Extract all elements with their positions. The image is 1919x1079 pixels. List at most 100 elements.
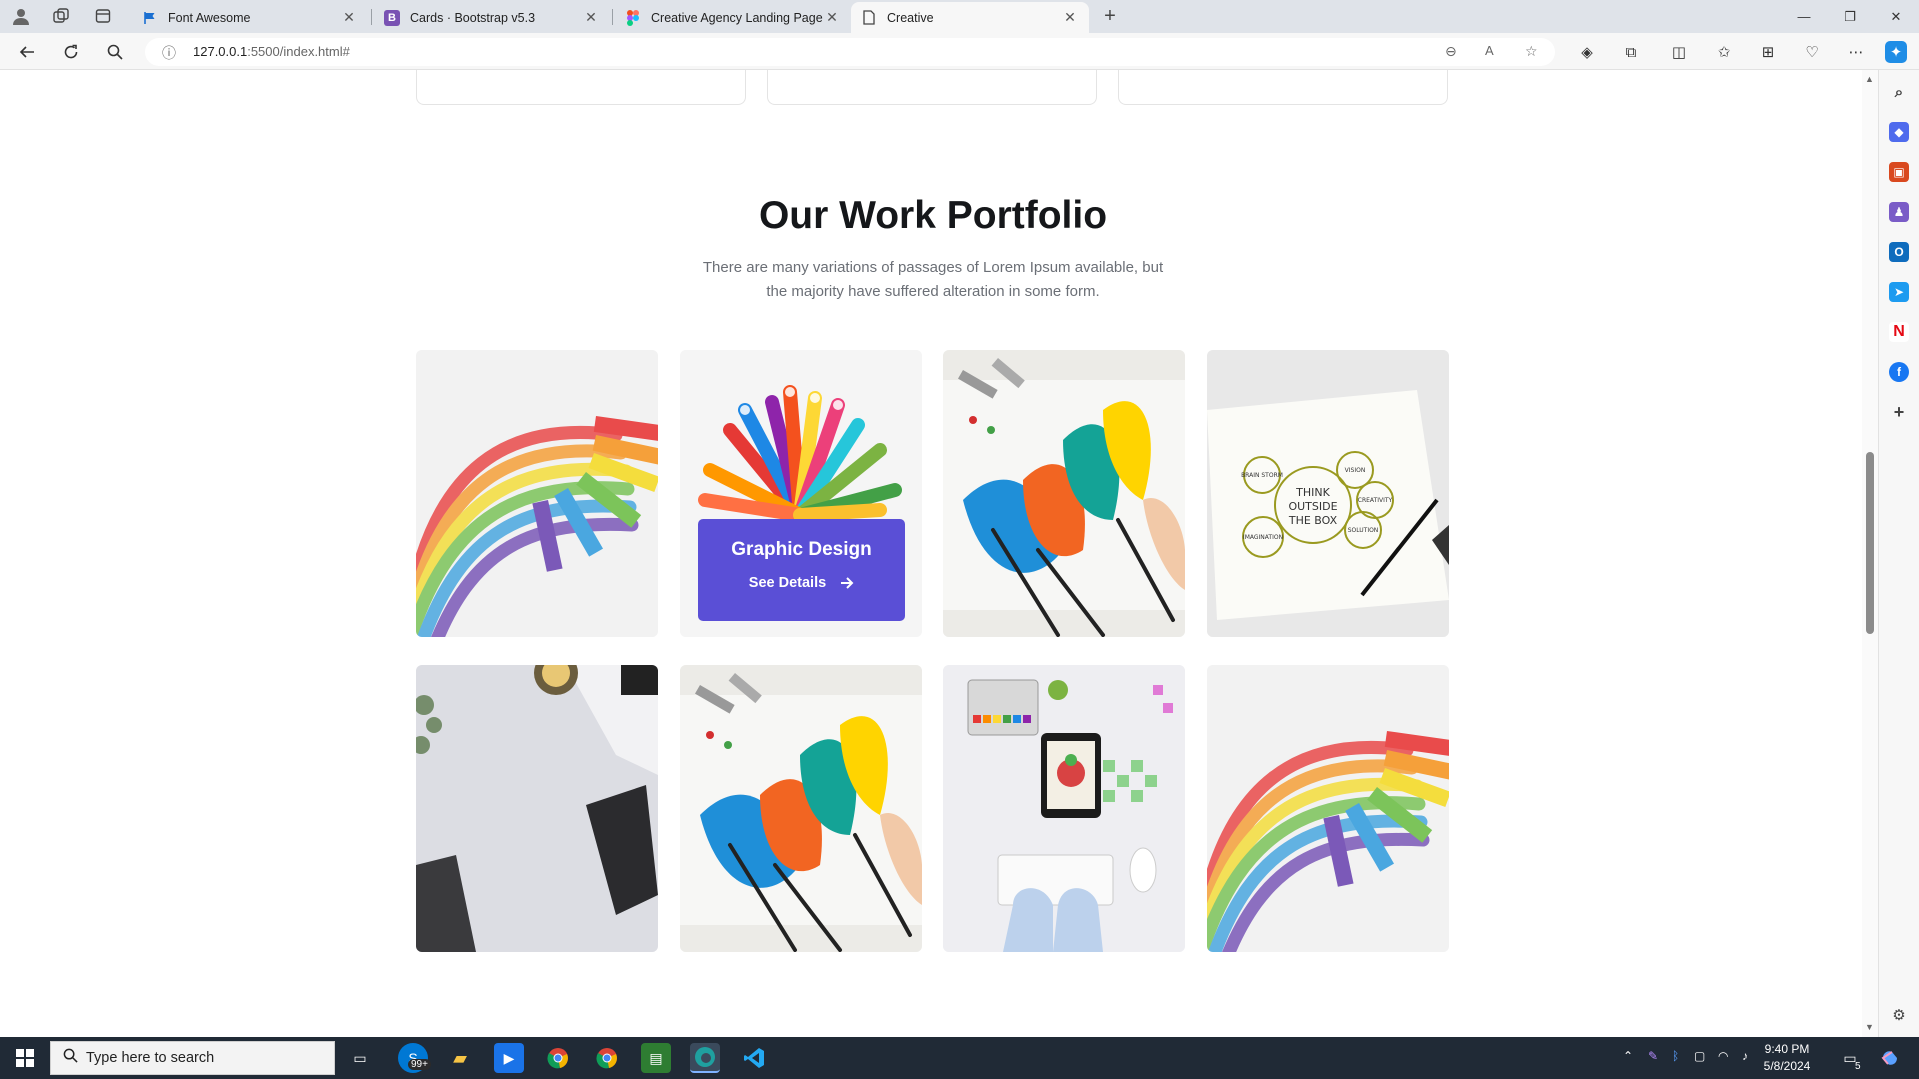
collections-icon[interactable]: ⊞ <box>1757 41 1779 63</box>
scroll-up-arrow-icon[interactable]: ▲ <box>1865 74 1874 84</box>
portfolio-item-designer-desk[interactable] <box>943 665 1185 952</box>
tab-font-awesome[interactable]: Font Awesome ✕ <box>132 2 368 33</box>
task-view-icon[interactable]: ▭ <box>345 1043 375 1073</box>
portfolio-item-desk-laptop[interactable] <box>416 665 658 952</box>
close-window-icon[interactable]: ✕ <box>1873 0 1919 33</box>
back-arrow-icon[interactable] <box>14 39 40 65</box>
tab-actions-icon[interactable] <box>90 4 116 28</box>
portfolio-item-rainbow-chalk[interactable] <box>416 350 658 637</box>
bootstrap-logo-icon: B <box>384 9 400 26</box>
see-details-link[interactable]: See Details <box>698 575 905 591</box>
tab-divider <box>371 9 372 25</box>
sketch-text: IMAGINATION <box>1243 534 1283 541</box>
show-hidden-icons-icon[interactable]: ⌃ <box>1623 1049 1633 1063</box>
tab-bootstrap-cards[interactable]: B Cards · Bootstrap v5.3 ✕ <box>374 2 610 33</box>
meet-now-icon[interactable]: ▢ <box>1694 1049 1705 1063</box>
sketch-text: SOLUTION <box>1348 527 1379 534</box>
refresh-icon[interactable] <box>58 39 84 65</box>
tab-label: Creative <box>887 10 934 25</box>
close-tab-icon[interactable]: ✕ <box>823 9 841 26</box>
sketch-text: CREATIVITY <box>1358 497 1393 504</box>
page-icon <box>861 10 877 26</box>
favorite-star-icon[interactable]: ☆ <box>1525 43 1538 60</box>
telegram-icon[interactable]: ➤ <box>1889 282 1909 302</box>
tools-briefcase-icon[interactable]: ▣ <box>1889 162 1909 182</box>
portfolio-item-think-outside-box[interactable]: THINK OUTSIDE THE BOX BRAIN STORM VISION… <box>1207 350 1449 637</box>
portfolio-item-paint-brushes-2[interactable] <box>680 665 922 952</box>
store-icon[interactable]: ▶ <box>494 1043 524 1073</box>
tab-divider <box>612 9 613 25</box>
see-details-label: See Details <box>748 575 827 591</box>
tab-label: Font Awesome <box>168 10 251 25</box>
sidebar-settings-gear-icon[interactable]: ⚙ <box>1889 1005 1909 1025</box>
vscode-icon[interactable] <box>739 1043 769 1073</box>
browser-essentials-icon[interactable]: ♡ <box>1801 41 1823 63</box>
sketch-text: BRAIN STORM <box>1241 472 1283 479</box>
browser-sidebar: ⌕ ◆ ▣ ♟ O ➤ N f + ⚙ <box>1878 70 1919 1037</box>
bluetooth-icon[interactable]: ᛒ <box>1672 1049 1679 1063</box>
address-bar[interactable]: ⓘ 127.0.0.1:5500/index.html# ⊖ A ☆ <box>145 38 1555 66</box>
copilot-app-icon[interactable]: ◈ <box>1576 41 1598 63</box>
windows-start-icon[interactable] <box>10 1043 40 1073</box>
site-info-icon[interactable]: ⓘ <box>162 43 176 63</box>
copilot-icon[interactable]: ✦ <box>1885 41 1907 63</box>
arrow-right-icon <box>840 577 854 589</box>
browser-tab-bar: Font Awesome ✕ B Cards · Bootstrap v5.3 … <box>0 0 1919 33</box>
workspaces-icon[interactable] <box>48 4 74 28</box>
notification-badge: 99+ <box>408 1059 431 1070</box>
extensions-icon[interactable]: ⧉ <box>1620 41 1642 63</box>
volume-icon[interactable]: ♪ <box>1742 1049 1748 1063</box>
desk-laptop-image <box>416 665 658 952</box>
tab-creative-agency[interactable]: Creative Agency Landing Page D ✕ <box>615 2 851 33</box>
shopping-tag-icon[interactable]: ◆ <box>1889 122 1909 142</box>
netflix-icon[interactable]: N <box>1889 322 1909 342</box>
system-clock[interactable]: 9:40 PM 5/8/2024 <box>1752 1041 1822 1075</box>
portfolio-item-rainbow-chalk-2[interactable] <box>1207 665 1449 952</box>
minimize-window-icon[interactable]: — <box>1781 0 1827 33</box>
favorites-icon[interactable]: ✩ <box>1713 41 1735 63</box>
add-sidebar-app-icon[interactable]: + <box>1889 402 1909 422</box>
sketch-text: THE BOX <box>1288 514 1338 527</box>
more-menu-icon[interactable]: ⋯ <box>1845 41 1867 63</box>
read-aloud-icon[interactable]: A <box>1485 43 1494 58</box>
scrollbar-thumb[interactable] <box>1866 452 1874 634</box>
taskbar-search-box[interactable]: Type here to search <box>50 1041 335 1075</box>
wifi-icon[interactable]: ◠ <box>1718 1049 1728 1063</box>
portfolio-item-paint-brushes[interactable] <box>943 350 1185 637</box>
tab-creative[interactable]: Creative ✕ <box>851 2 1089 33</box>
restore-window-icon[interactable]: ❐ <box>1827 0 1873 33</box>
profile-icon[interactable] <box>8 4 34 28</box>
page-scrollbar[interactable]: ▲ ▼ <box>1862 70 1878 1037</box>
page-content: Our Work Portfolio There are many variat… <box>0 70 1878 1037</box>
url-text[interactable]: 127.0.0.1:5500/index.html# <box>193 44 350 59</box>
figma-logo-icon <box>625 9 641 26</box>
zoom-out-icon[interactable]: ⊖ <box>1445 43 1457 60</box>
paint-brushes-image <box>680 665 922 952</box>
facebook-icon[interactable]: f <box>1889 362 1909 382</box>
games-icon[interactable]: ♟ <box>1889 202 1909 222</box>
spreadsheet-app-icon[interactable]: ▤ <box>641 1043 671 1073</box>
tab-label: Cards · Bootstrap v5.3 <box>410 10 536 25</box>
close-tab-icon[interactable]: ✕ <box>340 9 358 26</box>
edge-browser-icon[interactable] <box>690 1043 720 1073</box>
previous-section-card <box>767 70 1097 105</box>
pen-icon[interactable]: ✎ <box>1648 1049 1658 1063</box>
copilot-taskbar-icon[interactable] <box>1875 1043 1905 1073</box>
browser-toolbar: ⓘ 127.0.0.1:5500/index.html# ⊖ A ☆ ◈ ⧉ ◫… <box>0 33 1919 70</box>
outlook-icon[interactable]: O <box>1889 242 1909 262</box>
close-tab-icon[interactable]: ✕ <box>582 9 600 26</box>
file-explorer-icon[interactable]: ▰ <box>445 1043 475 1073</box>
portfolio-item-graphic-design[interactable]: Graphic Design See Details <box>680 350 922 637</box>
scroll-down-arrow-icon[interactable]: ▼ <box>1865 1022 1874 1032</box>
sketch-text: OUTSIDE <box>1288 500 1337 513</box>
portfolio-description: There are many variations of passages of… <box>702 259 1164 300</box>
chrome-profile-icon[interactable] <box>592 1043 622 1073</box>
search-icon[interactable] <box>102 39 128 65</box>
close-tab-icon[interactable]: ✕ <box>1061 9 1079 26</box>
rainbow-chalk-image <box>1207 665 1449 952</box>
portfolio-hover-card[interactable]: Graphic Design See Details <box>698 519 905 621</box>
split-screen-icon[interactable]: ◫ <box>1668 41 1690 63</box>
new-tab-icon[interactable]: + <box>1097 4 1123 28</box>
sidebar-search-icon[interactable]: ⌕ <box>1889 82 1909 102</box>
chrome-icon[interactable] <box>543 1043 573 1073</box>
